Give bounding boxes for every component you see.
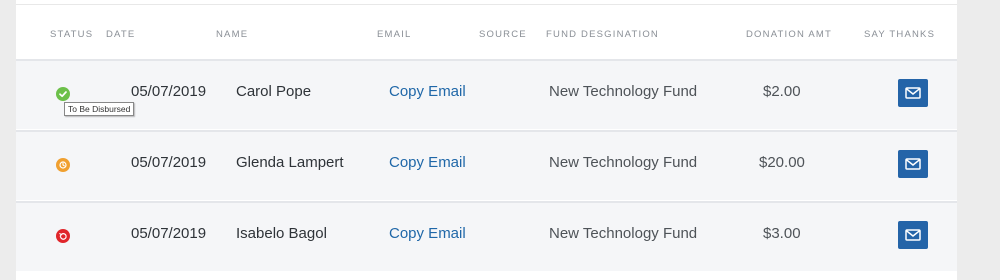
status-tooltip: To Be Disbursed: [64, 102, 135, 116]
row-fund: New Technology Fund: [549, 83, 698, 100]
table-row: To Be Disbursed 05/07/2019 Carol Pope Co…: [16, 59, 957, 129]
header-date[interactable]: DATE: [106, 29, 135, 40]
copy-email-link[interactable]: Copy Email: [389, 154, 466, 171]
header-say-thanks: SAY THANKS: [864, 29, 936, 40]
header-status[interactable]: STATUS: [50, 29, 93, 40]
row-date: 05/07/2019: [131, 154, 207, 171]
row-date: 05/07/2019: [131, 83, 207, 100]
mail-icon: [905, 229, 921, 241]
mail-icon: [905, 87, 921, 99]
clock-circle-icon[interactable]: [56, 158, 70, 172]
say-thanks-button[interactable]: [898, 150, 928, 178]
row-name: Isabelo Bagol: [236, 225, 327, 242]
row-name: Carol Pope: [236, 83, 312, 100]
top-divider: [16, 4, 957, 5]
table-row: 05/07/2019 Glenda Lampert Copy Email New…: [16, 130, 957, 200]
header-email[interactable]: EMAIL: [377, 29, 412, 40]
copy-email-link[interactable]: Copy Email: [389, 83, 466, 100]
donations-table: STATUS DATE NAME EMAIL SOURCE FUND DESGI…: [16, 0, 957, 280]
header-fund-designation[interactable]: FUND DESGINATION: [546, 29, 659, 40]
row-amount: $3.00: [763, 225, 801, 242]
copy-email-link[interactable]: Copy Email: [389, 225, 466, 242]
header-donation-amount[interactable]: DONATION AMT: [746, 29, 832, 40]
mail-icon: [905, 158, 921, 170]
row-name: Glenda Lampert: [236, 154, 344, 171]
table-row: 05/07/2019 Isabelo Bagol Copy Email New …: [16, 201, 957, 271]
say-thanks-button[interactable]: [898, 79, 928, 107]
row-date: 05/07/2019: [131, 225, 207, 242]
row-fund: New Technology Fund: [549, 154, 698, 171]
row-fund: New Technology Fund: [549, 225, 698, 242]
check-circle-icon[interactable]: [56, 87, 70, 101]
say-thanks-button[interactable]: [898, 221, 928, 249]
undo-circle-icon[interactable]: [56, 229, 70, 243]
row-amount: $20.00: [759, 154, 805, 171]
row-amount: $2.00: [763, 83, 801, 100]
header-name[interactable]: NAME: [216, 29, 248, 40]
header-source[interactable]: SOURCE: [479, 29, 527, 40]
